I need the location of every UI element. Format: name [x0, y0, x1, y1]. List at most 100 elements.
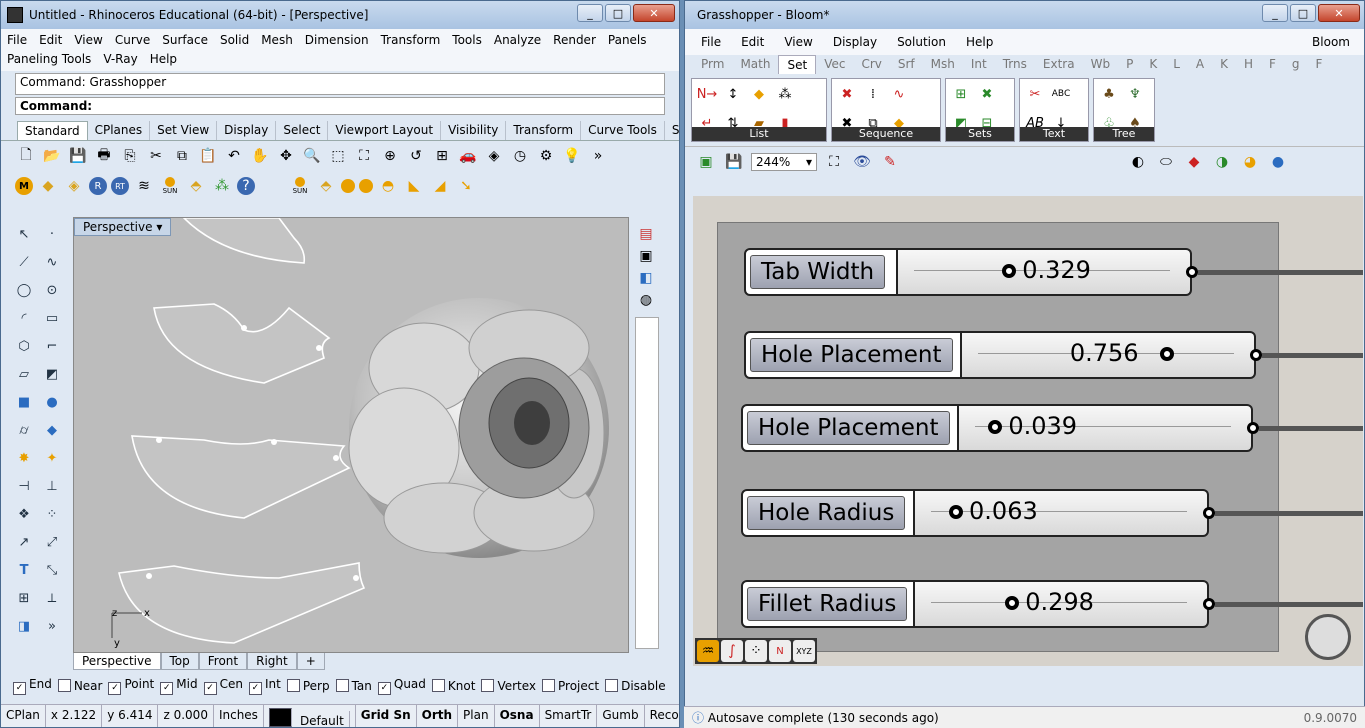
cut-icon[interactable]: ✂	[145, 145, 167, 167]
number-slider[interactable]: Fillet Radius 0.298	[741, 580, 1209, 628]
slider-name-tag[interactable]: Fillet Radius	[741, 580, 915, 628]
menu-file[interactable]: File	[7, 31, 27, 50]
gh-tab-msh-6[interactable]: Msh	[923, 55, 963, 74]
dimension-icon[interactable]: ⤡	[41, 559, 63, 581]
profiler-icon[interactable]: ♒	[697, 640, 719, 662]
gh-tab-k-12[interactable]: K	[1141, 55, 1165, 74]
osnap-checkbox-end[interactable]: ✓	[13, 682, 26, 695]
gh-close-button[interactable]: ✕	[1318, 4, 1360, 22]
render-icon[interactable]: ◈	[483, 145, 505, 167]
status-cplane[interactable]: CPlan	[1, 705, 46, 727]
perspective-viewport[interactable]: y x z Perspective ▾	[73, 217, 629, 653]
gh-doc-name[interactable]: Bloom	[1312, 35, 1350, 49]
viewport-tab-perspective[interactable]: Perspective	[73, 653, 161, 670]
status-record-history[interactable]: Record Hi	[645, 705, 679, 727]
help-icon[interactable]: ?	[237, 177, 255, 195]
number-slider[interactable]: Hole Placement 0.756	[744, 331, 1256, 379]
panel-caption-text[interactable]: Text	[1020, 127, 1088, 141]
number-slider[interactable]: Tab Width 0.329	[744, 248, 1192, 296]
menu-transform[interactable]: Transform	[381, 31, 441, 50]
vray-light-icon[interactable]: ⬘	[185, 175, 207, 197]
gh-tab-g-18[interactable]: g	[1284, 55, 1308, 74]
series-icon[interactable]: ⁞	[861, 82, 885, 106]
more-chevron-icon[interactable]: »	[587, 145, 609, 167]
osnap-mid[interactable]: ✓ Mid	[160, 677, 198, 695]
export-icon[interactable]: ⎘	[119, 145, 141, 167]
rhino-titlebar[interactable]: Untitled - Rhinoceros Educational (64-bi…	[1, 1, 679, 29]
gh-tab-vec-3[interactable]: Vec	[816, 55, 853, 74]
menu-surface[interactable]: Surface	[162, 31, 208, 50]
layers-icon[interactable]: ▤	[635, 223, 657, 245]
preview-shaded-icon[interactable]: ◆	[1183, 151, 1205, 173]
vray-options-icon[interactable]: ◆	[37, 175, 59, 197]
osnap-tan[interactable]: Tan	[335, 679, 372, 693]
vray-ies-icon[interactable]: ◢	[429, 175, 451, 197]
grid-icon[interactable]: ◷	[509, 145, 531, 167]
tab-surface-t[interactable]: Surface T	[665, 121, 679, 140]
trim-icon[interactable]: ⊣	[13, 475, 35, 497]
more-tools-chevron-icon[interactable]: »	[41, 615, 63, 637]
minimize-button[interactable]: _	[577, 4, 603, 22]
osnap-quad[interactable]: ✓ Quad	[377, 677, 426, 695]
tab-viewport-layout[interactable]: Viewport Layout	[328, 121, 442, 140]
graft-tree-icon[interactable]: ♆	[1123, 82, 1147, 106]
menu-render[interactable]: Render	[553, 31, 596, 50]
slider-output-grip[interactable]	[1203, 507, 1215, 519]
car-icon[interactable]: 🚗	[457, 145, 479, 167]
save-icon[interactable]: 💾	[67, 145, 89, 167]
osnap-disable[interactable]: Disable	[605, 679, 666, 693]
copy-object-icon[interactable]: ⤢	[41, 531, 63, 553]
mesh-icon[interactable]: ◆	[41, 419, 63, 441]
vray-sphere-icon[interactable]	[341, 179, 355, 193]
gh-tab-h-16[interactable]: H	[1236, 55, 1261, 74]
light-bulb-icon[interactable]: 💡	[561, 145, 583, 167]
gh-tab-p-11[interactable]: P	[1118, 55, 1141, 74]
gh-menu-file[interactable]: File	[701, 35, 721, 49]
gh-tab-f-19[interactable]: F	[1308, 55, 1331, 74]
viewport-tab-front[interactable]: Front	[198, 653, 248, 670]
gh-tab-srf-5[interactable]: Srf	[890, 55, 923, 74]
vray-spot-icon[interactable]: ◣	[403, 175, 425, 197]
sphere-icon[interactable]: ●	[41, 391, 63, 413]
number-slider[interactable]: Hole Placement 0.039	[741, 404, 1253, 452]
slider-track[interactable]: 0.063	[915, 489, 1209, 537]
arc-icon[interactable]: ◜	[13, 307, 35, 329]
panel-caption-list[interactable]: List	[692, 127, 826, 141]
slider-output-grip[interactable]	[1186, 266, 1198, 278]
osnap-checkbox-point[interactable]: ✓	[108, 682, 122, 695]
gh-menu-display[interactable]: Display	[833, 35, 877, 49]
vray-tag-icon[interactable]: ◈	[63, 175, 85, 197]
blue-sphere-icon[interactable]: ●	[1267, 151, 1289, 173]
osnap-project[interactable]: Project	[542, 679, 599, 693]
osnap-end[interactable]: ✓ End	[13, 677, 52, 695]
viewport-tab-top[interactable]: Top	[160, 653, 199, 670]
vray-render-icon[interactable]: R	[89, 177, 107, 195]
sketch-pen-icon[interactable]: ✎	[879, 151, 901, 173]
vray-dome-icon[interactable]: ⬘	[315, 175, 337, 197]
surface-corner-icon[interactable]: ▱	[13, 363, 35, 385]
gh-menu-help[interactable]: Help	[966, 35, 993, 49]
status-ortho[interactable]: Orth	[417, 705, 459, 727]
ungroup-icon[interactable]: ⁘	[41, 503, 63, 525]
gh-open-icon[interactable]: ▣	[695, 151, 717, 173]
osnap-cen[interactable]: ✓ Cen	[203, 677, 243, 695]
list-item-icon[interactable]: N→	[695, 82, 719, 106]
gh-tab-l-13[interactable]: L	[1165, 55, 1188, 74]
maximize-button[interactable]: □	[605, 4, 631, 22]
status-planar[interactable]: Plan	[458, 705, 495, 727]
panel-caption-tree[interactable]: Tree	[1094, 127, 1154, 141]
random-icon[interactable]: ∿	[887, 82, 911, 106]
osnap-perp[interactable]: Perp	[286, 679, 330, 693]
menu-panels[interactable]: Panels	[608, 31, 647, 50]
status-smarttrack[interactable]: SmartTr	[540, 705, 598, 727]
text-split-icon[interactable]: ✂	[1023, 82, 1047, 106]
set-difference-icon[interactable]: ✖	[975, 82, 999, 106]
extrude-surface-icon[interactable]: ◩	[41, 363, 63, 385]
preview-eye-icon[interactable]: 👁	[851, 151, 873, 173]
viewport-tab-right[interactable]: Right	[247, 653, 297, 670]
osnap-int[interactable]: ✓ Int	[248, 677, 281, 695]
xyz-widget-icon[interactable]: XYZ	[793, 640, 815, 662]
open-folder-icon[interactable]: 📂	[41, 145, 63, 167]
panel-caption-sequence[interactable]: Sequence	[832, 127, 940, 141]
vray-hemisphere-icon[interactable]: ◓	[377, 175, 399, 197]
